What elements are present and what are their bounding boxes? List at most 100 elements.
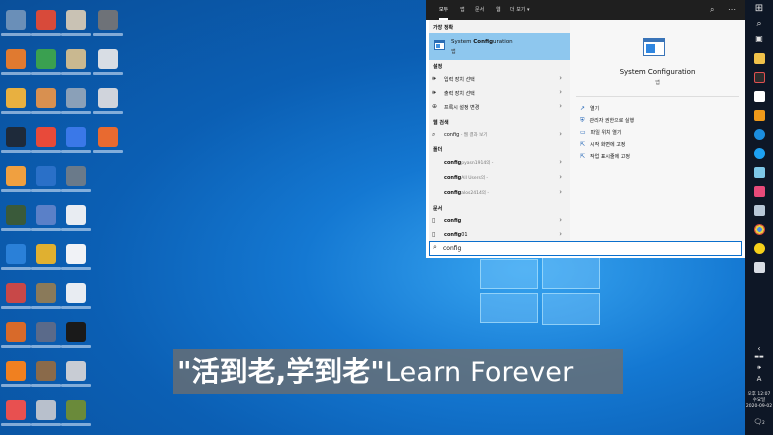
desktop-shortcut-icon[interactable] xyxy=(6,205,26,225)
desktop-shortcut-icon[interactable] xyxy=(36,166,56,186)
desktop-shortcut-icon[interactable] xyxy=(36,205,56,225)
desktop-shortcut-icon[interactable] xyxy=(36,361,56,381)
desktop-shortcut-icon[interactable] xyxy=(66,166,86,186)
desktop-shortcut-icon[interactable] xyxy=(66,400,86,420)
file-explorer-icon[interactable] xyxy=(754,53,765,64)
notification-center-icon[interactable]: 🗨2 xyxy=(745,418,773,426)
desktop-shortcut-icon[interactable] xyxy=(36,400,56,420)
tab-documents[interactable]: 문서 xyxy=(475,6,484,13)
desktop-shortcut-icon[interactable] xyxy=(66,205,86,225)
desktop-shortcut-icon[interactable] xyxy=(36,283,56,303)
folder-item[interactable]: configAll Users의 - › xyxy=(429,171,570,185)
desktop-shortcut-icon[interactable] xyxy=(6,322,26,342)
search-icon: ⌕ xyxy=(432,131,436,138)
settings-item[interactable]: 🕪 입력 장치 선택 › xyxy=(429,72,570,86)
desktop-shortcut-icon[interactable] xyxy=(6,400,26,420)
search-icon[interactable]: ⌕ xyxy=(745,19,773,29)
feedback-icon[interactable]: ⌕ xyxy=(710,5,714,14)
desktop-shortcut-icon[interactable] xyxy=(66,322,86,342)
desktop-shortcut-icon[interactable] xyxy=(6,127,26,147)
app-icon[interactable] xyxy=(754,186,765,197)
app-icon[interactable] xyxy=(754,91,765,102)
task-view-icon[interactable]: ▣ xyxy=(745,34,773,43)
chevron-right-icon[interactable]: › xyxy=(559,158,562,166)
taskbar: ⊞ ⌕ ▣ ‹ ▬▬ 🕪 A 오후 12:07 수요일 2020-09-02 🗨… xyxy=(745,0,773,435)
desktop-shortcut-icon[interactable] xyxy=(6,283,26,303)
desktop-shortcut-icon[interactable] xyxy=(36,10,56,30)
desktop-shortcut-icon[interactable] xyxy=(98,127,118,147)
chevron-up-icon[interactable]: ‹ xyxy=(745,344,773,353)
tab-all[interactable]: 모두 xyxy=(439,6,449,20)
desktop-shortcut-icon[interactable] xyxy=(6,49,26,69)
start-icon[interactable]: ⊞ xyxy=(745,3,773,14)
desktop-shortcut-icon[interactable] xyxy=(36,88,56,108)
desktop-shortcut-icon[interactable] xyxy=(66,127,86,147)
action-pin-to-start[interactable]: ⇱ 시작 화면에 고정 xyxy=(580,141,625,148)
app-icon[interactable] xyxy=(754,262,765,273)
tab-more[interactable]: 더 보기 ▾ xyxy=(510,6,530,13)
desktop-shortcut-icon[interactable] xyxy=(98,10,118,30)
desktop-shortcut-icon[interactable] xyxy=(66,49,86,69)
document-item[interactable]: ▯ config01 › xyxy=(429,228,570,242)
photos-icon[interactable] xyxy=(754,205,765,216)
app-icon[interactable] xyxy=(754,110,765,121)
web-search-item[interactable]: ⌕ config - 웹 결과 보기 › xyxy=(429,128,570,142)
action-open-file-location[interactable]: ▭ 파일 위치 열기 xyxy=(580,129,621,136)
desktop-shortcut-icon[interactable] xyxy=(6,166,26,186)
desktop-shortcut-icon[interactable] xyxy=(66,10,86,30)
chevron-right-icon[interactable]: › xyxy=(559,102,562,110)
desktop-shortcut-icon[interactable] xyxy=(36,127,56,147)
folder-label: configalos2414의 - xyxy=(444,190,490,196)
chevron-right-icon[interactable]: › xyxy=(559,74,562,82)
search-box[interactable]: ⌕ xyxy=(429,241,742,256)
settings-item[interactable]: 🕪 출력 장치 선택 › xyxy=(429,86,570,100)
web-search-header: 웹 검색 xyxy=(433,120,449,126)
chrome-icon[interactable] xyxy=(754,224,765,235)
ime-indicator[interactable]: A xyxy=(745,375,773,383)
desktop-shortcut-icon[interactable] xyxy=(6,88,26,108)
desktop-shortcut-icon[interactable] xyxy=(98,49,118,69)
network-icon[interactable]: ▬▬ xyxy=(745,354,773,360)
app-icon[interactable] xyxy=(754,72,765,83)
kakaotalk-icon[interactable] xyxy=(754,243,765,254)
folder-item[interactable]: configalos2414의 - › xyxy=(429,186,570,200)
desktop-shortcut-icon[interactable] xyxy=(36,49,56,69)
notification-count: 2 xyxy=(762,420,765,425)
desktop-shortcut-icon[interactable] xyxy=(6,10,26,30)
twitter-icon[interactable] xyxy=(754,148,765,159)
folder-item[interactable]: configpyasn1914의 - › xyxy=(429,156,570,170)
action-pin-to-taskbar[interactable]: ⇱ 작업 표시줄에 고정 xyxy=(580,153,630,160)
desktop-shortcut-icon[interactable] xyxy=(66,244,86,264)
chevron-right-icon[interactable]: › xyxy=(559,188,562,196)
desktop-shortcut-icon[interactable] xyxy=(36,244,56,264)
desktop-shortcut-icon[interactable] xyxy=(98,88,118,108)
settings-item[interactable]: ⊕ 프록시 설정 변경 › xyxy=(429,100,570,114)
search-filter-bar: 모두 앱 문서 웹 더 보기 ▾ ⌕ ⋯ xyxy=(426,0,745,20)
more-options-icon[interactable]: ⋯ xyxy=(728,5,736,14)
desktop-shortcut-icon[interactable] xyxy=(6,361,26,381)
clock-time[interactable]: 오후 12:07 xyxy=(745,392,773,397)
document-item[interactable]: ▯ config › xyxy=(429,214,570,228)
clock-day[interactable]: 수요일 xyxy=(745,398,773,403)
best-match-item[interactable]: System Configuration 앱 xyxy=(429,33,570,60)
skype-icon[interactable] xyxy=(754,129,765,140)
chevron-right-icon[interactable]: › xyxy=(559,173,562,181)
desktop-shortcut-icon[interactable] xyxy=(66,361,86,381)
tab-web[interactable]: 웹 xyxy=(496,6,501,13)
chevron-right-icon[interactable]: › xyxy=(559,88,562,96)
search-input[interactable] xyxy=(443,243,723,254)
desktop-shortcut-icon[interactable] xyxy=(66,88,86,108)
volume-icon[interactable]: 🕪 xyxy=(745,364,773,372)
chevron-right-icon[interactable]: › xyxy=(559,216,562,224)
desktop-shortcut-icon[interactable] xyxy=(6,244,26,264)
action-open[interactable]: ↗ 열기 xyxy=(580,105,599,112)
desktop-shortcut-icon[interactable] xyxy=(66,283,86,303)
desktop-shortcut-icon[interactable] xyxy=(36,322,56,342)
chevron-right-icon[interactable]: › xyxy=(559,230,562,238)
chevron-right-icon[interactable]: › xyxy=(559,130,562,138)
tab-apps[interactable]: 앱 xyxy=(460,6,465,13)
clock-date[interactable]: 2020-09-02 xyxy=(745,404,773,409)
action-run-as-admin[interactable]: ⛨ 관리자 권한으로 실행 xyxy=(580,117,634,125)
desktop-shortcut-label xyxy=(61,306,91,309)
app-icon[interactable] xyxy=(754,167,765,178)
